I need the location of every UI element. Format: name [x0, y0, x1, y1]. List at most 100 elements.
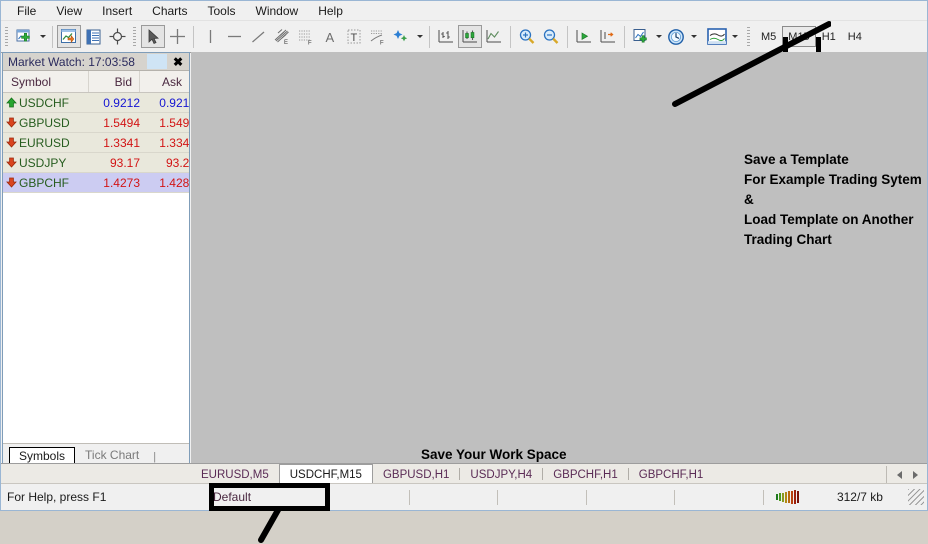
resize-grip-icon[interactable]: [908, 489, 924, 505]
templates-annotation-line-5: Trading Chart: [744, 230, 922, 250]
chart-canvas-area[interactable]: Save a Template For Example Trading Syte…: [191, 52, 927, 464]
arrows-button[interactable]: [390, 25, 414, 48]
menu-item-tools[interactable]: Tools: [198, 2, 246, 20]
vertical-line-button[interactable]: [198, 25, 222, 48]
chart-tab-usdjpy-h4[interactable]: USDJPY,H4: [460, 466, 542, 484]
toolbar-grip[interactable]: [4, 26, 11, 48]
indicators-dropdown-icon[interactable]: [653, 25, 664, 48]
auto-scroll-button[interactable]: [572, 25, 596, 48]
fibonacci-fan-button[interactable]: F: [366, 25, 390, 48]
new-chart-dropdown-icon[interactable]: [37, 25, 48, 48]
ask-value: 93.20: [147, 156, 189, 170]
market-watch-title: Market Watch: 17:03:58: [3, 55, 135, 69]
table-row[interactable]: GBPCHF 1.4273 1.4280: [3, 173, 189, 193]
menu-item-view[interactable]: View: [46, 2, 92, 20]
chart-tab-usdchf-m15[interactable]: USDCHF,M15: [279, 464, 373, 484]
chart-tab-gbpusd-h1[interactable]: GBPUSD,H1: [373, 466, 459, 484]
svg-text:A: A: [325, 30, 334, 45]
text-button[interactable]: A: [318, 25, 342, 48]
market-watch-title-accent: [147, 54, 167, 69]
templates-annotation-line-1: Save a Template: [744, 150, 922, 170]
market-watch-rows: USDCHF 0.9212 0.9215 GBPUSD 1.5494 1.549…: [3, 93, 189, 443]
svg-text:F: F: [380, 41, 384, 46]
status-profile-label: Default: [213, 490, 251, 504]
toolbar-separator-5: [567, 26, 568, 48]
status-traffic: 312/7 kb: [812, 485, 908, 509]
menu-item-insert[interactable]: Insert: [92, 2, 142, 20]
symbol-name: GBPUSD: [19, 116, 89, 130]
data-window-button[interactable]: [81, 25, 105, 48]
status-profile-name[interactable]: Default: [201, 485, 321, 509]
candlestick-chart-button[interactable]: [458, 25, 482, 48]
templates-pointer-line: [671, 12, 831, 117]
close-icon[interactable]: ✖: [171, 53, 185, 70]
ask-value: 1.5497: [147, 116, 189, 130]
toolbar-separator-6: [624, 26, 625, 48]
toolbar-separator-4: [510, 26, 511, 48]
svg-text:T: T: [350, 32, 357, 44]
svg-text:E: E: [284, 40, 288, 45]
horizontal-line-button[interactable]: [222, 25, 246, 48]
bid-value: 93.17: [89, 156, 147, 170]
table-row[interactable]: EURUSD 1.3341 1.3344: [3, 133, 189, 153]
line-chart-button[interactable]: [482, 25, 506, 48]
connection-signal-icon[interactable]: [764, 485, 812, 509]
market-watch-tabbar: Symbols Tick Chart |: [3, 443, 189, 463]
tab-caret-icon: |: [149, 451, 156, 463]
table-row[interactable]: USDCHF 0.9212 0.9215: [3, 93, 189, 113]
indicators-button[interactable]: [629, 25, 653, 48]
status-cell-3: [498, 485, 586, 509]
menu-item-help[interactable]: Help: [308, 2, 353, 20]
zoom-out-button[interactable]: [539, 25, 563, 48]
drawing-toolbar-grip[interactable]: [132, 26, 139, 48]
toolbar-separator-3: [429, 26, 430, 48]
column-header-bid[interactable]: Bid: [89, 71, 140, 92]
scroll-right-icon[interactable]: [907, 467, 923, 483]
chart-tabbar: EURUSD,M5 USDCHF,M15 GBPUSD,H1 USDJPY,H4…: [1, 463, 927, 484]
timeframe-h4-button[interactable]: H4: [842, 26, 868, 47]
table-row[interactable]: GBPUSD 1.5494 1.5497: [3, 113, 189, 133]
chart-tab-gbpchf-h1-b[interactable]: GBPCHF,H1: [629, 466, 714, 484]
menu-item-window[interactable]: Window: [246, 2, 309, 20]
chart-window-button[interactable]: [57, 25, 81, 48]
tab-tick-chart[interactable]: Tick Chart: [75, 446, 149, 463]
status-cell-4: [587, 485, 675, 509]
templates-annotation-line-3: &: [744, 190, 922, 210]
equidistant-channel-button[interactable]: E: [270, 25, 294, 48]
status-bar: For Help, press F1 Default 312/7 kb: [1, 483, 927, 510]
column-header-symbol[interactable]: Symbol: [3, 71, 89, 92]
toolbar-separator: [52, 26, 53, 48]
cursor-button[interactable]: [141, 25, 165, 48]
templates-annotation: Save a Template For Example Trading Syte…: [744, 150, 922, 250]
bar-chart-button[interactable]: [434, 25, 458, 48]
navigator-button[interactable]: [105, 25, 129, 48]
crosshair-button[interactable]: [165, 25, 189, 48]
arrows-dropdown-icon[interactable]: [414, 25, 425, 48]
tab-symbols[interactable]: Symbols: [9, 447, 75, 464]
symbol-name: USDJPY: [19, 156, 89, 170]
chart-tab-scroll-controls: [886, 466, 927, 484]
bid-value: 1.5494: [89, 116, 147, 130]
text-label-button[interactable]: T: [342, 25, 366, 48]
templates-annotation-line-2: For Example Trading Sytem: [744, 170, 922, 190]
trendline-button[interactable]: [246, 25, 270, 48]
menu-item-file[interactable]: File: [7, 2, 46, 20]
chart-shift-button[interactable]: [596, 25, 620, 48]
chart-tab-gbpchf-h1-a[interactable]: GBPCHF,H1: [543, 466, 628, 484]
bid-value: 0.9212: [89, 96, 147, 110]
menu-item-charts[interactable]: Charts: [142, 2, 197, 20]
workspace-area: Market Watch: 17:03:58 ✖ Symbol Bid Ask …: [1, 52, 927, 464]
column-header-ask[interactable]: Ask: [140, 71, 189, 92]
chart-tab-eurusd-m5[interactable]: EURUSD,M5: [191, 466, 279, 484]
svg-text:F: F: [308, 41, 312, 46]
ask-value: 0.9215: [147, 96, 189, 110]
market-watch-titlebar: Market Watch: 17:03:58 ✖: [3, 53, 189, 71]
scroll-left-icon[interactable]: [891, 467, 907, 483]
table-row[interactable]: USDJPY 93.17 93.20: [3, 153, 189, 173]
arrow-down-icon: [3, 117, 19, 128]
zoom-in-button[interactable]: [515, 25, 539, 48]
new-chart-button[interactable]: [13, 25, 37, 48]
status-help-text: For Help, press F1: [1, 485, 201, 509]
ask-value: 1.4280: [147, 176, 189, 190]
fibonacci-retracement-button[interactable]: F: [294, 25, 318, 48]
